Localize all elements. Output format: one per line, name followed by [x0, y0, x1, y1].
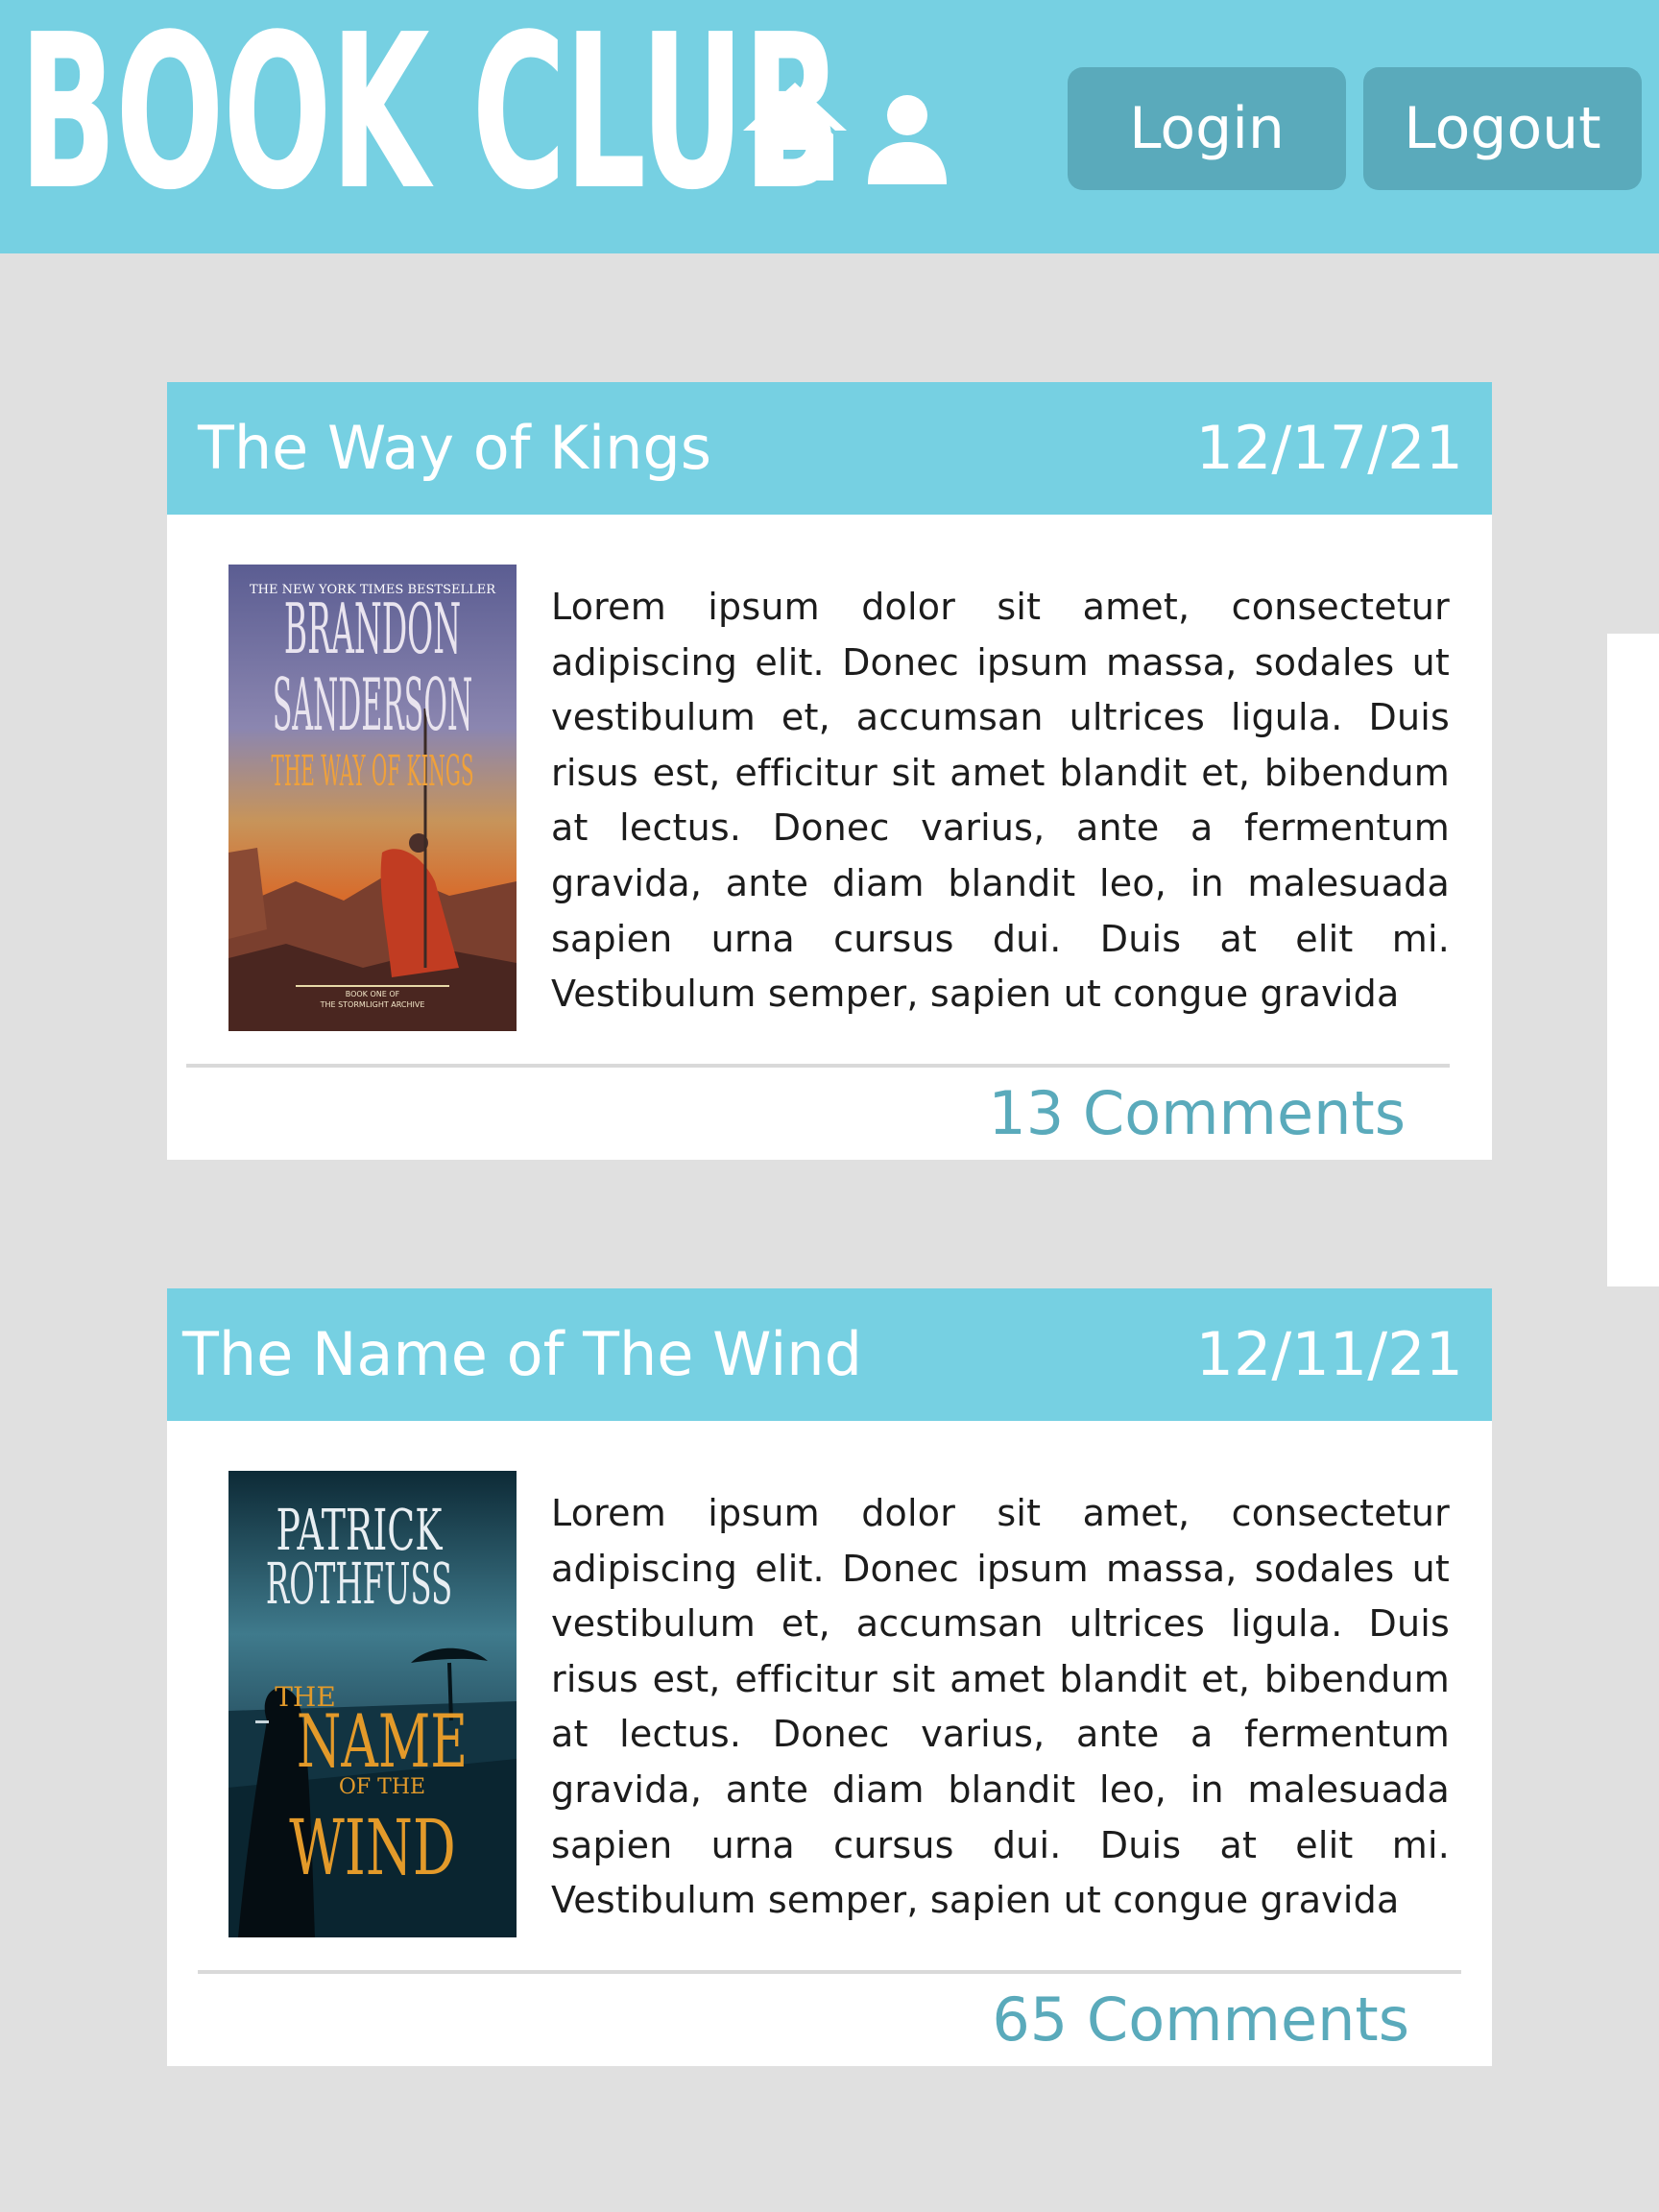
post-excerpt: Lorem ipsum dolor sit amet, consectetur … — [551, 1492, 1450, 1922]
cover-author-first: BRANDON — [284, 589, 461, 670]
side-panel — [1607, 634, 1659, 1286]
logout-button[interactable]: Logout — [1363, 67, 1642, 190]
cover-author-last: SANDERSON — [273, 664, 472, 748]
post-title[interactable]: The Way of Kings — [198, 382, 711, 515]
post-card: The Name of The Wind 12/11/21 PATRICK RO… — [167, 1288, 1492, 2066]
post-title[interactable]: The Name of The Wind — [182, 1288, 862, 1421]
post-card-header[interactable]: The Name of The Wind 12/11/21 — [167, 1288, 1492, 1421]
home-icon[interactable] — [739, 79, 851, 184]
cover-author-last: ROTHFUSS — [266, 1552, 452, 1618]
book-cover-image[interactable]: PATRICK ROTHFUSS THE NAME OF THE WIND — [228, 1471, 517, 1937]
comments-link[interactable]: 13 Comments — [988, 1075, 1406, 1152]
card-divider — [198, 1970, 1461, 1974]
post-card: The Way of Kings 12/17/21 THE NEW YORK T… — [167, 382, 1492, 1160]
login-button[interactable]: Login — [1068, 67, 1346, 190]
comments-link[interactable]: 65 Comments — [992, 1982, 1409, 2058]
site-logo[interactable]: BOOK CLUB — [19, 7, 841, 220]
top-header: BOOK CLUB Login Logout — [0, 0, 1659, 253]
cover-series-line1: BOOK ONE OF — [346, 990, 400, 998]
post-date: 12/11/21 — [1195, 1319, 1463, 1389]
cover-title-ofthe: OF THE — [339, 1775, 425, 1799]
cover-series-line2: THE STORMLIGHT ARCHIVE — [320, 1000, 425, 1009]
cover-title-name: NAME — [297, 1699, 468, 1784]
cover-book-title: THE WAY OF KINGS — [271, 747, 473, 796]
user-icon[interactable] — [866, 92, 949, 184]
post-excerpt: Lorem ipsum dolor sit amet, consectetur … — [551, 586, 1450, 1016]
post-date: 12/17/21 — [1195, 413, 1463, 483]
post-card-header[interactable]: The Way of Kings 12/17/21 — [167, 382, 1492, 515]
cover-title-wind: WIND — [289, 1804, 456, 1893]
book-cover-image[interactable]: THE NEW YORK TIMES BESTSELLER BRANDON SA… — [228, 565, 517, 1031]
card-divider — [186, 1064, 1450, 1068]
